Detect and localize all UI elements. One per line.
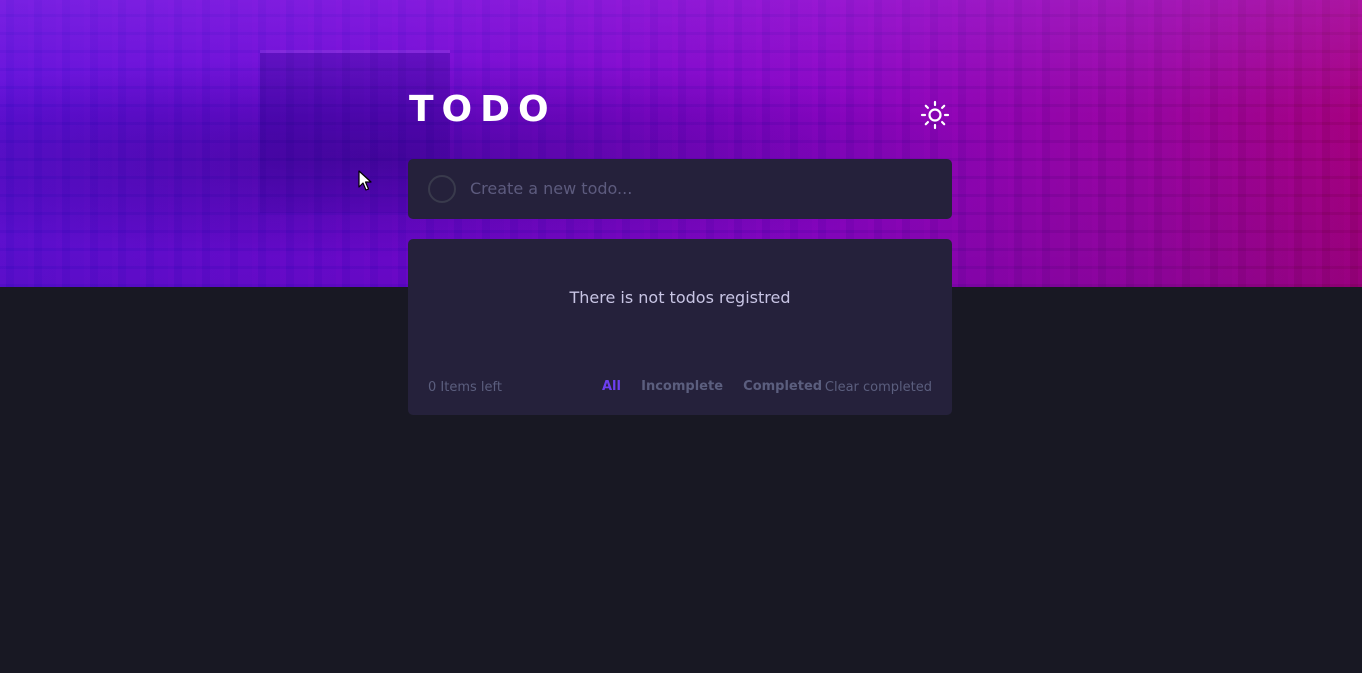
filter-group: All Incomplete Completed <box>602 379 838 394</box>
filter-incomplete-button[interactable]: Incomplete <box>641 379 723 394</box>
empty-list-message: There is not todos registred <box>569 288 791 307</box>
filter-completed-button[interactable]: Completed <box>743 379 822 394</box>
page: TODO There is not todos registred 0 Item… <box>0 0 1362 673</box>
clear-completed-button[interactable]: Clear completed <box>825 380 932 395</box>
page-title: TODO <box>409 89 557 130</box>
mouse-cursor-icon <box>358 170 372 191</box>
new-todo-check-circle[interactable] <box>428 175 456 203</box>
filter-all-button[interactable]: All <box>602 379 621 394</box>
sun-icon <box>920 100 950 130</box>
new-todo-bar <box>408 159 952 219</box>
list-footer: 0 Items left All Incomplete Completed Cl… <box>428 379 932 397</box>
theme-toggle-button[interactable] <box>920 100 950 130</box>
items-left-count: 0 Items left <box>428 380 502 395</box>
new-todo-input[interactable] <box>468 173 932 203</box>
todo-list-card: There is not todos registred 0 Items lef… <box>408 239 952 415</box>
